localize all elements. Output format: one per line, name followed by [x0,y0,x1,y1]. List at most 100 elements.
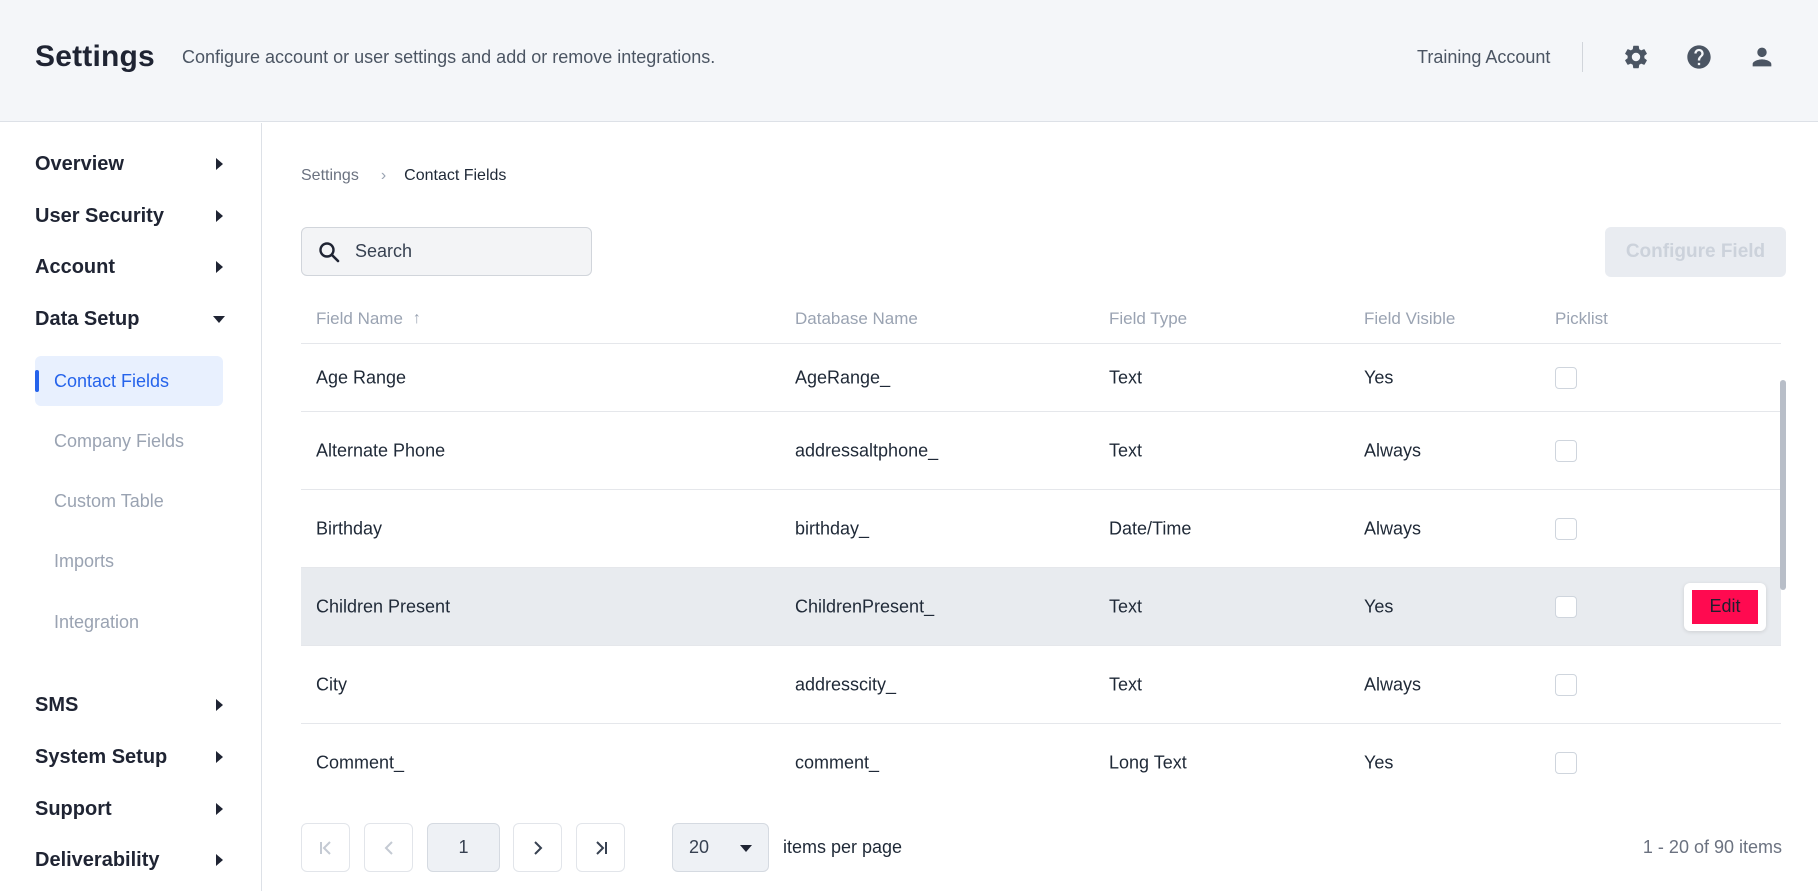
caret-right-icon [213,854,225,866]
cell-database-name: birthday_ [795,518,870,538]
edit-button[interactable]: Edit [1692,589,1758,624]
page-size-value: 20 [689,837,710,857]
next-page-button[interactable] [513,823,562,872]
column-header-label: Field Name [316,309,403,328]
current-page-number[interactable]: 1 [427,823,500,872]
sidebar-section-label: Data Setup [35,307,140,330]
breadcrumb-settings-link[interactable]: Settings [301,167,359,185]
sidebar-section-label: Account [35,255,115,278]
items-range-text: 1 - 20 of 90 items [1642,837,1782,857]
items-per-page-label: items per page [783,837,903,857]
last-page-icon [595,840,607,855]
sidebar-section-sms[interactable]: SMS [35,689,225,721]
sidebar-item-contact-fields[interactable]: Contact Fields [35,356,223,406]
page-size-select[interactable]: 20 [672,823,769,872]
last-page-button[interactable] [576,823,625,872]
contact-fields-table: Field Name ↑ Database Name Field Type Fi… [301,300,1781,802]
picklist-checkbox[interactable] [1555,366,1577,389]
cell-database-name: addressaltphone_ [795,440,939,460]
cell-field-name: Alternate Phone [316,440,446,460]
sidebar-item-custom-table[interactable]: Custom Table [35,476,223,526]
dropdown-caret-icon [740,845,752,852]
picklist-checkbox[interactable] [1555,517,1577,540]
sidebar-section-label: Overview [35,152,124,175]
sidebar-section-data-setup[interactable]: Data Setup [35,303,225,335]
column-header-picklist[interactable]: Picklist [1555,309,1608,329]
sidebar-section-overview[interactable]: Overview [35,148,225,180]
chevron-right-icon [533,840,542,855]
cell-field-visible: Always [1364,518,1422,538]
cell-field-visible: Yes [1364,367,1394,387]
gear-icon[interactable] [1622,43,1650,71]
page-title: Settings [35,40,155,73]
column-header-field-name[interactable]: Field Name ↑ [316,309,421,329]
sidebar-item-imports[interactable]: Imports [35,536,223,586]
header-divider [1582,42,1583,72]
picklist-checkbox[interactable] [1555,439,1577,462]
table-row[interactable]: Age Range AgeRange_ Text Yes [301,344,1781,412]
cell-database-name: addresscity_ [795,674,897,694]
table-row[interactable]: Children Present ChildrenPresent_ Text Y… [301,568,1781,646]
sidebar-section-user-security[interactable]: User Security [35,200,225,232]
cell-field-type: Text [1109,440,1143,460]
picklist-checkbox[interactable] [1555,752,1577,774]
cell-field-type: Date/Time [1109,518,1192,538]
row-actions: Edit [1684,582,1766,631]
column-header-database-name[interactable]: Database Name [795,309,918,329]
table-row[interactable]: Alternate Phone addressaltphone_ Text Al… [301,412,1781,490]
caret-right-icon [213,751,225,763]
help-icon[interactable] [1685,43,1713,71]
cell-field-type: Text [1109,367,1143,387]
cell-field-visible: Always [1364,674,1422,694]
cell-field-visible: Yes [1364,752,1394,773]
cell-field-name: City [316,674,347,694]
table-row[interactable]: City addresscity_ Text Always [301,646,1781,724]
caret-down-icon [213,313,225,325]
account-name[interactable]: Training Account [1417,47,1550,68]
breadcrumb-separator-icon: › [380,167,387,184]
search-icon [319,241,340,262]
first-page-icon [319,840,331,855]
picklist-checkbox[interactable] [1555,595,1577,618]
chevron-left-icon [384,840,393,855]
cell-field-type: Text [1109,674,1143,694]
picklist-checkbox[interactable] [1555,673,1577,696]
cell-database-name: AgeRange_ [795,367,891,387]
table-scrollbar-thumb[interactable] [1780,380,1786,590]
table-row[interactable]: Comment_ comment_ Long Text Yes [301,724,1781,802]
user-icon[interactable] [1748,43,1776,71]
table-row[interactable]: Birthday birthday_ Date/Time Always [301,490,1781,568]
sidebar-section-deliverability[interactable]: Deliverability [35,844,225,876]
cell-database-name: ChildrenPresent_ [795,596,935,616]
configure-field-button[interactable]: Configure Field [1605,227,1786,277]
sort-ascending-icon: ↑ [412,310,421,327]
cell-field-type: Long Text [1109,752,1187,773]
sidebar-section-system-setup[interactable]: System Setup [35,741,225,773]
column-header-field-type[interactable]: Field Type [1109,309,1187,329]
page-subtitle: Configure account or user settings and a… [182,47,716,67]
caret-right-icon [213,210,225,222]
caret-right-icon [213,803,225,815]
sidebar-section-support[interactable]: Support [35,793,225,825]
first-page-button[interactable] [301,823,350,872]
table-header: Field Name ↑ Database Name Field Type Fi… [301,300,1781,344]
sidebar-section-label: Deliverability [35,848,160,871]
previous-page-button[interactable] [364,823,413,872]
sidebar-item-integration[interactable]: Integration [35,597,223,647]
column-header-field-visible[interactable]: Field Visible [1364,309,1455,329]
breadcrumb-current: Contact Fields [404,167,507,184]
caret-right-icon [213,158,225,170]
search-box[interactable] [301,227,592,276]
sidebar-item-company-fields[interactable]: Company Fields [35,416,223,466]
sidebar-section-label: Support [35,797,112,820]
search-input[interactable] [355,241,575,262]
sidebar-section-account[interactable]: Account [35,251,225,283]
sidebar-section-label: User Security [35,204,164,227]
cell-field-name: Age Range [316,367,407,387]
sidebar-section-label: System Setup [35,745,168,768]
sidebar-section-label: SMS [35,693,79,716]
cell-field-name: Children Present [316,596,451,616]
page-header: Settings Configure account or user setti… [0,0,1818,122]
sidebar: Overview User Security Account Data Setu… [0,123,262,891]
cell-field-visible: Always [1364,440,1422,460]
